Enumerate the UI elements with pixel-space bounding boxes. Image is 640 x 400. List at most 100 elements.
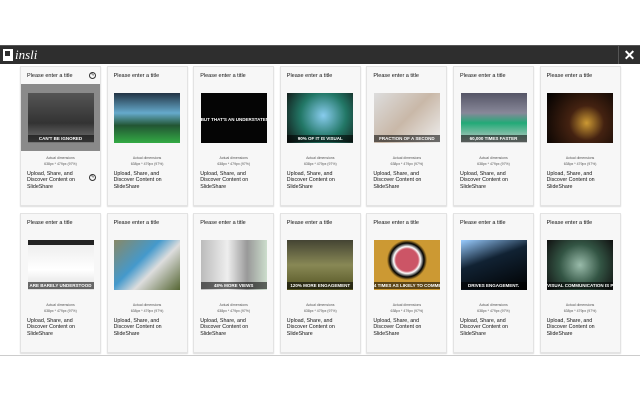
dimensions-value: 638px * 479px (97%) — [44, 309, 77, 313]
close-button[interactable]: ✕ — [618, 46, 640, 64]
slide-card[interactable]: Please enter a title 60,000 TIMES FASTER… — [453, 66, 534, 206]
card-title[interactable]: Please enter a title — [287, 220, 333, 226]
card-title[interactable]: Please enter a title — [200, 73, 246, 79]
slide-card[interactable]: Please enter a title 4 TIMES AS LIKELY T… — [366, 213, 448, 353]
card-title[interactable]: Please enter a title — [114, 73, 160, 79]
thumbnail-frame[interactable]: DRIVES ENGAGEMENT. — [454, 231, 533, 298]
dimensions: Actual dimensions 638px * 479px (97%) — [367, 155, 446, 167]
dimensions: Actual dimensions 638px * 479px (97%) — [454, 302, 533, 314]
edit-icon[interactable]: ✎ — [89, 174, 96, 181]
card-title[interactable]: Please enter a title — [547, 220, 593, 226]
slide-thumbnail: 4 TIMES AS LIKELY TO COMMENT — [373, 239, 440, 290]
card-title[interactable]: Please enter a title — [27, 220, 73, 226]
dimensions-value: 638px * 479px (97%) — [217, 162, 251, 166]
thumbnail-frame[interactable]: CAN'T BE IGNORED — [21, 84, 100, 151]
thumbnail-caption: FRACTION OF A SECOND — [373, 134, 440, 142]
thumbnail-frame[interactable]: FRACTION OF A SECOND — [367, 84, 446, 151]
slide-card[interactable]: Please enter a title VISUAL COMMUNICATIO… — [539, 213, 621, 353]
slide-thumbnail: DRIVES ENGAGEMENT. — [460, 239, 527, 290]
dimensions: Actual dimensions 638px * 479px (97%) — [21, 155, 100, 167]
card-description[interactable]: Upload, Share, and Discover Content on S… — [200, 318, 260, 337]
slides-grid: Please enter a title ✎ ✎ CAN'T BE IGNORED… — [0, 64, 640, 356]
slide-card[interactable]: Please enter a title BUT THAT'S AN UNDER… — [193, 66, 275, 206]
card-title[interactable]: Please enter a title — [460, 220, 506, 226]
slide-card[interactable]: Please enter a title ✎ ✎ CAN'T BE IGNORED… — [20, 66, 101, 206]
thumbnail-caption: 60,000 TIMES FASTER — [460, 134, 527, 142]
slide-card[interactable]: Please enter a title DRIVES ENGAGEMENT. … — [453, 213, 534, 353]
dimensions-value: 638px * 479px (97%) — [303, 309, 337, 313]
app-logo: insli — [3, 47, 38, 62]
slide-card[interactable]: Please enter a title FRACTION OF A SECON… — [366, 66, 448, 206]
dimensions-value: 638px * 479px (97%) — [44, 162, 77, 166]
card-title[interactable]: Please enter a title — [373, 73, 419, 79]
thumbnail-caption: CAN'T BE IGNORED — [27, 134, 94, 142]
card-description[interactable]: Upload, Share, and Discover Content on S… — [373, 318, 433, 337]
thumbnail-frame[interactable]: 60,000 TIMES FASTER — [454, 84, 533, 151]
card-title[interactable]: Please enter a title — [287, 73, 333, 79]
card-description[interactable]: Upload, Share, and Discover Content on S… — [114, 318, 174, 337]
logo-text: insli — [15, 47, 38, 62]
card-title[interactable]: Please enter a title — [547, 73, 593, 79]
slide-thumbnail — [547, 92, 614, 143]
thumbnail-frame[interactable]: 48% MORE VIEWS — [194, 231, 273, 298]
top-bar: insli ✕ — [0, 45, 640, 64]
thumbnail-frame[interactable]: 120% MORE ENGAGEMENT — [281, 231, 360, 298]
dimensions: Actual dimensions 638px * 479px (97%) — [21, 302, 100, 314]
thumbnail-caption: VISUAL COMMUNICATION IS PRODUCT — [547, 281, 614, 289]
dimensions: Actual dimensions 638px * 479px (97%) — [194, 302, 273, 314]
thumbnail-caption: 48% MORE VIEWS — [200, 281, 267, 289]
thumbnail-frame[interactable] — [541, 84, 620, 151]
thumbnail-frame[interactable]: 90% OF IT IS VISUAL — [281, 84, 360, 151]
card-description[interactable]: Upload, Share, and Discover Content on S… — [460, 318, 520, 337]
slide-card[interactable]: Please enter a title Actual dimensions 63… — [106, 213, 188, 353]
dimensions: Actual dimensions 638px * 479px (97%) — [108, 302, 187, 314]
dimensions-value: 638px * 479px (97%) — [390, 162, 424, 166]
slide-thumbnail: VISUAL COMMUNICATION IS PRODUCT — [547, 239, 614, 290]
card-title[interactable]: Please enter a title — [200, 220, 246, 226]
card-description[interactable]: Upload, Share, and Discover Content on S… — [373, 171, 433, 190]
edit-icon[interactable]: ✎ — [89, 72, 96, 79]
thumbnail-caption: 4 TIMES AS LIKELY TO COMMENT — [373, 281, 440, 289]
card-description[interactable]: Upload, Share, and Discover Content on S… — [547, 171, 607, 190]
slide-card[interactable]: Please enter a title Actual dimensions 63… — [106, 66, 188, 206]
thumbnail-caption: BUT THAT'S AN UNDERSTATEMENT, — [200, 116, 267, 122]
card-title[interactable]: Please enter a title — [27, 73, 73, 79]
slide-thumbnail — [114, 239, 181, 290]
card-description[interactable]: Upload, Share, and Discover Content on S… — [547, 318, 607, 337]
card-description[interactable]: Upload, Share, and Discover Content on S… — [460, 171, 520, 190]
thumbnail-caption: ARE BARELY UNDERSTOOD — [27, 281, 94, 289]
thumbnail-frame[interactable]: ARE BARELY UNDERSTOOD — [21, 231, 100, 298]
slide-card[interactable]: Please enter a title 90% OF IT IS VISUAL… — [279, 66, 361, 206]
slide-thumbnail — [114, 92, 181, 143]
thumbnail-frame[interactable] — [108, 84, 187, 151]
slide-card[interactable]: Please enter a title 120% MORE ENGAGEMEN… — [279, 213, 361, 353]
dimensions: Actual dimensions 638px * 479px (97%) — [541, 302, 620, 314]
slide-thumbnail: ARE BARELY UNDERSTOOD — [27, 239, 94, 290]
dimensions-value: 638px * 479px (97%) — [477, 162, 510, 166]
thumbnail-frame[interactable] — [108, 231, 187, 298]
card-title[interactable]: Please enter a title — [373, 220, 419, 226]
thumbnail-frame[interactable]: VISUAL COMMUNICATION IS PRODUCT — [541, 231, 620, 298]
dimensions: Actual dimensions 638px * 479px (97%) — [541, 155, 620, 167]
card-description[interactable]: Upload, Share, and Discover Content on S… — [27, 171, 87, 190]
card-description[interactable]: Upload, Share, and Discover Content on S… — [114, 171, 174, 190]
slide-card[interactable]: Please enter a title ARE BARELY UNDERSTO… — [20, 213, 101, 353]
card-title[interactable]: Please enter a title — [114, 220, 160, 226]
slide-thumbnail: FRACTION OF A SECOND — [373, 92, 440, 143]
dimensions-value: 638px * 479px (97%) — [303, 162, 337, 166]
card-title[interactable]: Please enter a title — [460, 73, 506, 79]
dimensions-value: 638px * 479px (97%) — [563, 309, 597, 313]
thumbnail-frame[interactable]: BUT THAT'S AN UNDERSTATEMENT, — [194, 84, 273, 151]
thumbnail-frame[interactable]: 4 TIMES AS LIKELY TO COMMENT — [367, 231, 446, 298]
logo-icon — [3, 49, 13, 61]
thumbnail-caption: 90% OF IT IS VISUAL — [287, 134, 354, 142]
dimensions: Actual dimensions 638px * 479px (97%) — [281, 155, 360, 167]
slide-thumbnail: 120% MORE ENGAGEMENT — [287, 239, 354, 290]
dimensions-value: 638px * 479px (97%) — [477, 309, 510, 313]
slide-card[interactable]: Please enter a title 48% MORE VIEWS Actu… — [193, 213, 275, 353]
card-description[interactable]: Upload, Share, and Discover Content on S… — [287, 171, 347, 190]
slide-card[interactable]: Please enter a title Actual dimensions 63… — [539, 66, 621, 206]
card-description[interactable]: Upload, Share, and Discover Content on S… — [27, 318, 87, 337]
card-description[interactable]: Upload, Share, and Discover Content on S… — [200, 171, 260, 190]
card-description[interactable]: Upload, Share, and Discover Content on S… — [287, 318, 347, 337]
